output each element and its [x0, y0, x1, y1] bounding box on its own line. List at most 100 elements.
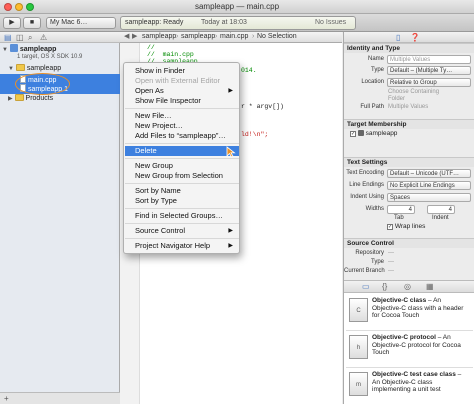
- endings-label: Line Endings: [349, 182, 384, 188]
- menu-separator: [125, 223, 239, 224]
- indent-select[interactable]: Spaces: [387, 193, 471, 202]
- project-navigator: ▤ ◫ ⌕ ⚠ ▼ sampleapp 1 target, OS X SDK 1…: [0, 32, 120, 404]
- code-snippet-icon[interactable]: {}: [382, 282, 387, 291]
- menu-item-new-group[interactable]: New Group: [125, 161, 239, 171]
- current-branch-label: Current Branch: [344, 268, 385, 274]
- group-label: Products: [25, 95, 54, 102]
- menu-item-delete[interactable]: Delete: [125, 146, 239, 156]
- indent-width-field[interactable]: 4: [427, 205, 455, 214]
- folder-nav-icon[interactable]: ▤: [4, 33, 12, 42]
- stop-button[interactable]: ■: [23, 17, 41, 29]
- target-icon: [357, 130, 364, 136]
- submenu-arrow-icon: ▶: [228, 228, 233, 234]
- search-nav-icon[interactable]: ⌕: [28, 33, 32, 43]
- library-item[interactable]: m Objective-C test case class – An Objec…: [346, 369, 473, 404]
- submenu-arrow-icon: ▶: [228, 88, 233, 94]
- wrap-checkbox[interactable]: ✓: [387, 224, 393, 230]
- file-inspector: ▯ ❓ Identity and Type Name Multiple Valu…: [343, 32, 474, 404]
- library-item[interactable]: h Objective-C protocol – An Objective-C …: [346, 332, 473, 368]
- menu-separator: [125, 183, 239, 184]
- window-title: sampleapp — main.cpp: [194, 2, 280, 11]
- media-library-icon[interactable]: ▦: [426, 282, 434, 291]
- menu-item-open-as[interactable]: Open As ▶: [125, 86, 239, 96]
- run-button[interactable]: ▶: [3, 17, 21, 29]
- issue-nav-icon[interactable]: ⚠: [40, 33, 47, 42]
- type-label: Type: [370, 67, 384, 73]
- breadcrumb-file[interactable]: main.cpp: [220, 32, 248, 42]
- add-icon[interactable]: +: [4, 394, 9, 403]
- file-template-icon[interactable]: ▭: [362, 282, 370, 291]
- menu-item-new-file[interactable]: New File…: [125, 111, 239, 121]
- symbol-nav-icon[interactable]: ◫: [16, 33, 24, 42]
- menu-item-show-file-inspector[interactable]: Show File Inspector: [125, 96, 239, 106]
- encoding-select[interactable]: Default – Unicode (UTF…: [387, 169, 471, 178]
- library-item-title: Objective-C class: [372, 297, 427, 304]
- file-inspector-icon[interactable]: ▯: [396, 33, 400, 42]
- products-row[interactable]: ▶ Products: [8, 94, 53, 104]
- menu-separator: [125, 143, 239, 144]
- wrap-lines-row[interactable]: ✓ Wrap lines: [387, 223, 425, 230]
- sc-type-value: —: [388, 259, 394, 265]
- menu-item-add-files[interactable]: Add Files to “sampleapp”…: [125, 131, 239, 141]
- name-field[interactable]: Multiple Values: [387, 55, 471, 64]
- breadcrumb-separator-icon: ›: [176, 33, 179, 40]
- stop-icon: ■: [29, 19, 35, 26]
- xcode-window: sampleapp — main.cpp ▶ ■ My Mac 6… sampl…: [0, 0, 474, 404]
- code-fragment: 014.: [241, 67, 257, 74]
- breadcrumb-group[interactable]: sampleapp: [181, 32, 215, 42]
- quick-help-icon[interactable]: ❓: [410, 33, 420, 42]
- type-select[interactable]: Default – (Multiple Ty…: [387, 66, 471, 75]
- code-line: // main.cpp: [147, 51, 194, 58]
- indent-label: Indent Using: [350, 194, 384, 200]
- menu-item-source-control[interactable]: Source Control ▶: [125, 226, 239, 236]
- menu-separator: [125, 238, 239, 239]
- menu-item-find-in-groups[interactable]: Find in Selected Groups…: [125, 211, 239, 221]
- menu-item-new-group-from-selection[interactable]: New Group from Selection: [125, 171, 239, 181]
- widths-label: Widths: [365, 206, 384, 212]
- library-selector-bar: ▭ {} ◎ ▦: [344, 280, 474, 292]
- menu-item-open-external-editor: Open with External Editor: [135, 76, 221, 85]
- library-item-title: Objective-C test case class: [372, 371, 456, 378]
- jump-bar: ◀ ▶ sampleapp › sampleapp › main.cpp › N…: [120, 32, 342, 43]
- menu-separator: [125, 108, 239, 109]
- scheme-selector[interactable]: My Mac 6…: [46, 17, 116, 29]
- menu-item-navigator-help[interactable]: Project Navigator Help ▶: [125, 241, 239, 251]
- back-icon[interactable]: ◀: [124, 32, 129, 42]
- location-hint: Choose Containing: [388, 89, 440, 95]
- toolbar: ▶ ■ My Mac 6… sampleapp: Ready Today at …: [0, 14, 474, 32]
- forward-icon[interactable]: ▶: [132, 32, 137, 42]
- menu-item-sort-by-name[interactable]: Sort by Name: [125, 186, 239, 196]
- folder-icon: [14, 94, 24, 101]
- submenu-arrow-icon: ▶: [228, 243, 233, 249]
- target-checkbox[interactable]: ✓: [350, 131, 356, 137]
- group-label: sampleapp: [26, 65, 62, 72]
- protocol-file-icon: h: [349, 335, 368, 359]
- status-build: sampleapp: Ready: [125, 19, 184, 26]
- target-row[interactable]: ✓ sampleapp: [350, 130, 397, 137]
- location-select[interactable]: Relative to Group: [387, 78, 471, 87]
- object-library-icon[interactable]: ◎: [404, 282, 411, 291]
- code-fragment: ld!\n";: [241, 131, 269, 138]
- breadcrumb-separator-icon: ›: [215, 33, 218, 40]
- menu-item-show-in-finder[interactable]: Show in Finder: [125, 66, 239, 76]
- disclosure-icon: ▶: [8, 96, 13, 102]
- current-branch-value: —: [388, 268, 394, 274]
- endings-select[interactable]: No Explicit Line Endings: [387, 181, 471, 190]
- encoding-label: Text Encoding: [346, 170, 384, 176]
- play-icon: ▶: [9, 19, 15, 26]
- repository-value: —: [388, 250, 394, 256]
- class-file-icon: C: [349, 298, 368, 322]
- tab-width-field[interactable]: 4: [387, 205, 415, 214]
- library-item[interactable]: C Objective-C class – An Objective-C cla…: [346, 295, 473, 331]
- wrap-label: Wrap lines: [394, 223, 426, 230]
- navigator-filter-bar: +: [0, 392, 120, 404]
- disclosure-icon: ▼: [2, 47, 8, 53]
- menu-item-new-project[interactable]: New Project…: [125, 121, 239, 131]
- status-issues: No Issues: [315, 19, 347, 26]
- breadcrumb-symbol[interactable]: No Selection: [257, 32, 297, 42]
- menu-item-sort-by-type[interactable]: Sort by Type: [125, 196, 239, 206]
- test-case-file-icon: m: [349, 372, 368, 396]
- code-fragment: r * argv[]): [241, 103, 284, 110]
- sc-type-label: Type: [370, 259, 384, 265]
- breadcrumb-project[interactable]: sampleapp: [142, 32, 176, 42]
